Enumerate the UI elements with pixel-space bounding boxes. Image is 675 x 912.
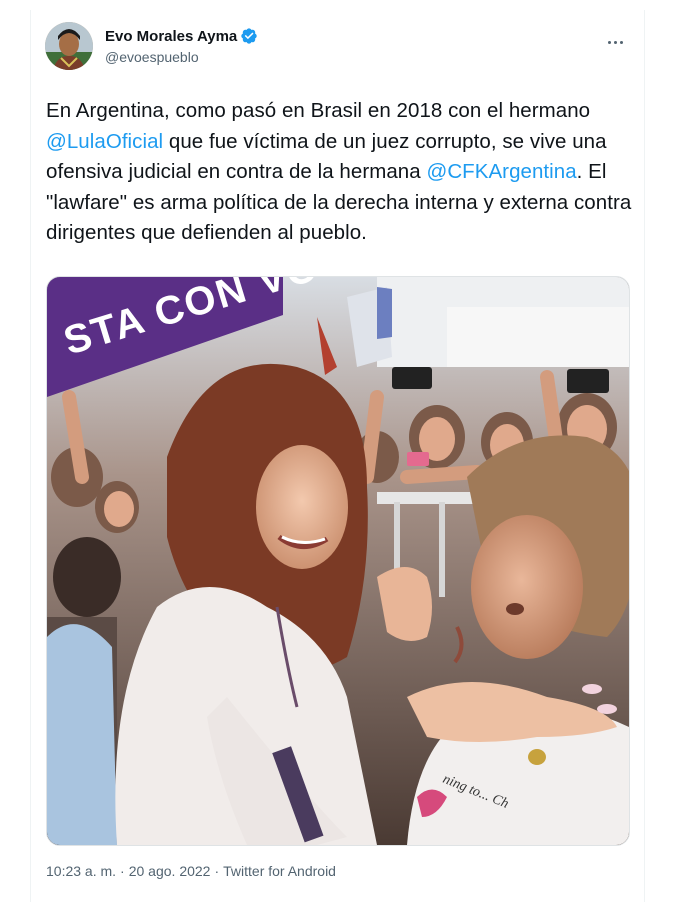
mention-lula[interactable]: @LulaOficial — [46, 130, 163, 153]
tweet-meta: 10:23 a. m. · 20 ago. 2022 · Twitter for… — [46, 863, 336, 879]
avatar[interactable] — [45, 22, 93, 70]
tweet-text: En Argentina, como pasó en Brasil en 201… — [46, 96, 636, 249]
verified-badge-icon — [241, 28, 257, 44]
meta-separator: · — [120, 863, 125, 879]
tweet-card: Evo Morales Ayma @evoespueblo En Argenti… — [30, 10, 645, 902]
mention-cfk[interactable]: @CFKArgentina — [426, 160, 576, 183]
more-options-icon[interactable] — [604, 34, 626, 50]
author-names: Evo Morales Ayma @evoespueblo — [105, 26, 258, 65]
tweet-date[interactable]: 20 ago. 2022 — [129, 863, 211, 879]
tweet-header: Evo Morales Ayma @evoespueblo — [45, 22, 630, 74]
tweet-text-part: En Argentina, como pasó en Brasil en 201… — [46, 99, 591, 122]
tweet-time[interactable]: 10:23 a. m. — [46, 863, 116, 879]
meta-separator: · — [214, 863, 220, 879]
tweet-photo[interactable]: STA CON VOS ning to... Ch — [46, 276, 630, 846]
author-display-name[interactable]: Evo Morales Ayma — [105, 28, 237, 45]
tweet-source[interactable]: Twitter for Android — [223, 863, 336, 879]
author-handle[interactable]: @evoespueblo — [105, 49, 258, 65]
